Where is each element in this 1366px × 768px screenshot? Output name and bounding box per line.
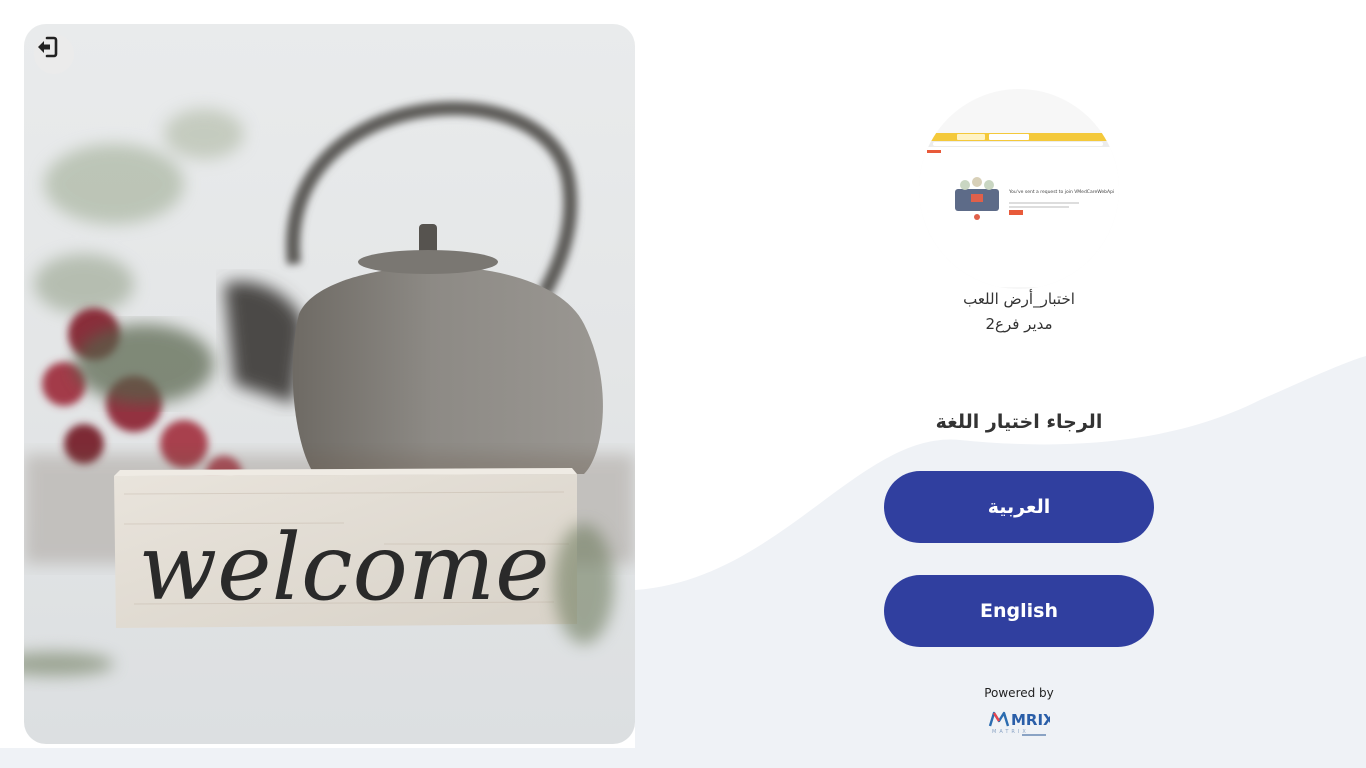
user-name: اختبار_أرض اللعب bbox=[963, 290, 1075, 308]
avatar-screenshot-image: You've sent a request to join VMedCareWe… bbox=[919, 133, 1119, 287]
arabic-language-button[interactable]: العربية bbox=[884, 471, 1154, 543]
brand-name: MRIX bbox=[1011, 711, 1050, 729]
english-language-label: English bbox=[980, 600, 1058, 622]
english-language-button[interactable]: English bbox=[884, 575, 1154, 647]
powered-by-label: Powered by bbox=[984, 686, 1054, 700]
logout-button[interactable] bbox=[34, 34, 74, 74]
logout-icon bbox=[38, 36, 58, 58]
hero-illustration: welcome bbox=[24, 101, 635, 676]
user-role: مدير فرع2 bbox=[985, 315, 1053, 333]
arabic-language-label: العربية bbox=[987, 496, 1051, 518]
avatar: You've sent a request to join VMedCareWe… bbox=[919, 89, 1119, 289]
matrix-logo: MRIX MATRIX bbox=[988, 711, 1050, 736]
language-selection-panel: You've sent a request to join VMedCareWe… bbox=[884, 0, 1154, 768]
welcome-hero-image: welcome bbox=[24, 24, 635, 744]
avatar-screenshot-title: You've sent a request to join VMedCareWe… bbox=[1008, 189, 1114, 195]
welcome-sign-text: welcome bbox=[138, 514, 549, 621]
language-prompt: الرجاء اختيار اللغة bbox=[935, 411, 1103, 433]
